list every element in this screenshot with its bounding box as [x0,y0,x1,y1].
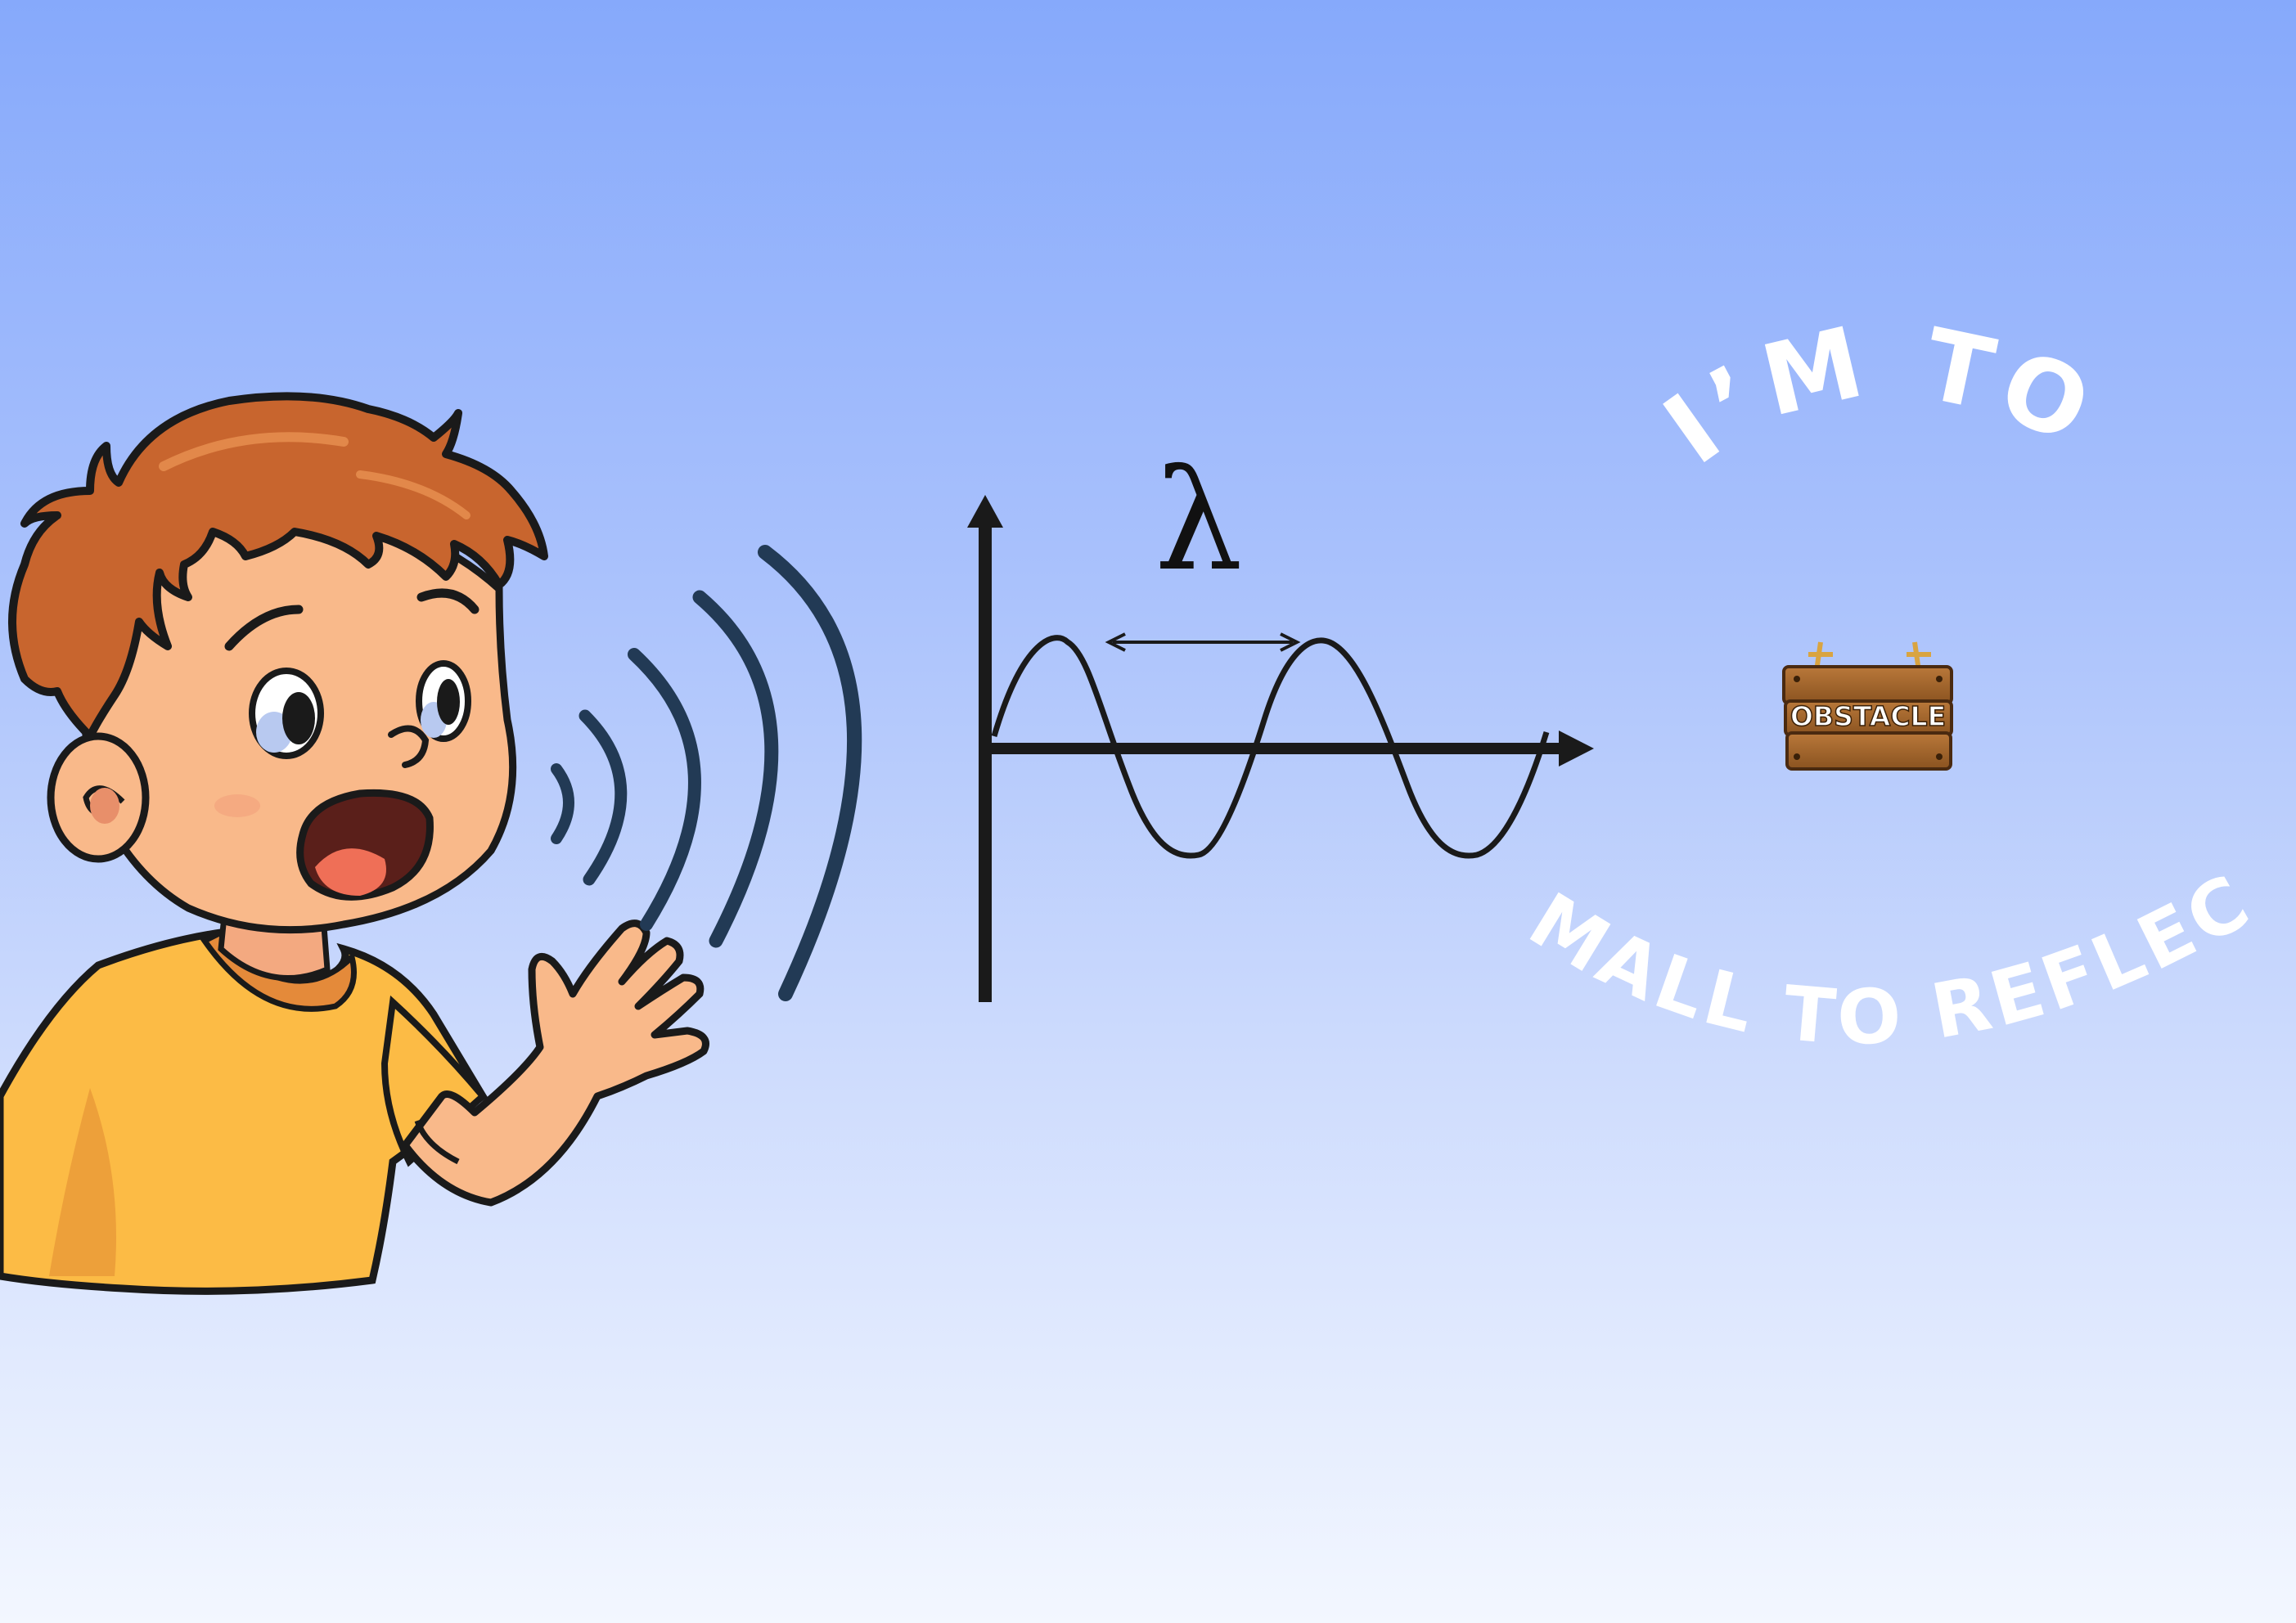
sound-wave-4 [692,590,779,948]
cheek [214,794,260,817]
sound-waves [551,545,862,1001]
sound-wave-2 [579,709,628,886]
wave-graph: λ [967,440,1594,1002]
sound-wave-5 [758,545,862,1001]
ear [47,732,150,863]
slogan-top-text: I’M TO [1645,304,2113,487]
diagram-canvas: λ I’M TO SMALL TO REFLECT OBSTACLE [0,0,2262,1295]
right-eye [416,660,471,742]
obstacle-label: OBSTACLE [1790,700,1946,732]
obstacle-sign: OBSTACLE [1782,641,1953,771]
boy-illustration [0,392,709,1295]
left-eye [249,668,324,759]
y-axis-arrow [967,495,1003,528]
wavelength-arrow [1105,632,1301,652]
x-axis-arrow [1559,731,1594,767]
wavelength-symbol: λ [1155,440,1243,602]
sound-wave-3 [628,648,701,931]
sound-wave-1 [551,763,574,844]
